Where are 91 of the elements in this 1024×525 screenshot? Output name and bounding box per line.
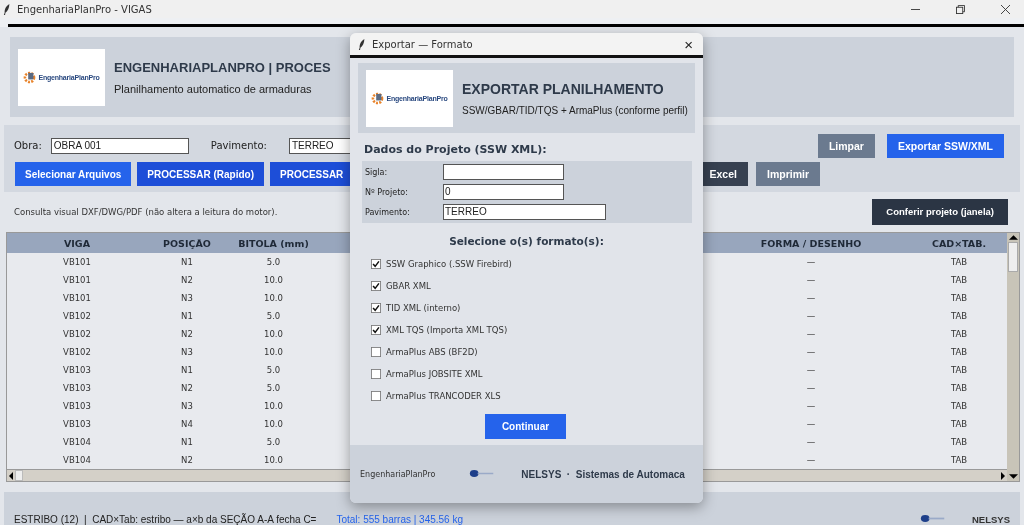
table-cell: N1: [181, 437, 193, 448]
format-label: TID XML (interno): [386, 303, 461, 313]
table-cell: 10.0: [264, 329, 283, 340]
table-cell: —: [806, 293, 816, 304]
table-cell: —: [806, 419, 816, 430]
table-cell: N1: [181, 365, 193, 376]
table-cell: TAB: [950, 455, 968, 466]
format-label: XML TQS (Importa XML TQS): [386, 325, 508, 335]
table-cell: 5.0: [266, 311, 281, 322]
table-cell: TAB: [950, 311, 968, 322]
dialog-title: Exportar — Formato: [372, 38, 473, 50]
formats-title: Selecione o(s) formato(s):: [449, 235, 604, 247]
table-cell: 10.0: [264, 293, 283, 304]
table-cell: N2: [181, 329, 193, 340]
table-cell: VB103: [63, 401, 91, 412]
table-cell: 5.0: [266, 365, 281, 376]
table-cell: VB101: [63, 257, 91, 268]
table-cell: N4: [181, 419, 193, 430]
table-cell: TAB: [950, 275, 968, 286]
table-cell: —: [806, 311, 816, 322]
table-cell: TAB: [950, 329, 968, 340]
status-text: ESTRIBO (12) | CAD×Tab: estribo — a×b da SEÇÃO A-A fecha C=: [14, 514, 317, 525]
table-cell: TAB: [950, 293, 968, 304]
table-cell: TAB: [950, 437, 968, 448]
table-cell: VB101: [63, 275, 91, 286]
table-cell: TAB: [950, 347, 968, 358]
format-label: ArmaPlus TRANCODER XLS: [386, 391, 501, 401]
app-subtitle: Planilhamento automatico de armaduras: [114, 82, 313, 95]
app-title: ENGENHARIAPLANPRO | PROCES: [114, 59, 331, 75]
table-cell: 10.0: [264, 419, 283, 430]
table-cell: 10.0: [264, 401, 283, 412]
table-cell: TAB: [950, 383, 968, 394]
table-cell: VB102: [63, 311, 91, 322]
footer-brand: NELSYS · Sistemas de Automaca: [521, 468, 685, 480]
field-label: Pavimento:: [210, 140, 267, 152]
field-label: Sigla:: [364, 167, 389, 177]
table-cell: 10.0: [264, 347, 283, 358]
section-title: Dados do Projeto (SSW XML):: [364, 143, 548, 156]
table-cell: —: [806, 455, 816, 466]
field-label: Nº Projeto:: [364, 187, 409, 197]
window-title: EngenhariaPlanPro - VIGAS: [17, 3, 152, 15]
table-cell: TAB: [950, 419, 968, 430]
table-cell: —: [806, 401, 816, 412]
table-cell: N3: [181, 293, 193, 304]
table-cell: 10.0: [264, 275, 283, 286]
table-cell: VB102: [63, 329, 91, 340]
footer-text: EngenhariaPlanPro: [360, 469, 436, 479]
table-cell: N3: [181, 347, 193, 358]
table-cell: VB101: [63, 293, 91, 304]
format-label: ArmaPlus ABS (BF2D): [386, 347, 478, 357]
dialog-heading: EXPORTAR PLANILHAMENTO: [462, 80, 665, 97]
table-cell: VB103: [63, 419, 91, 430]
format-label: SSW Graphico (.SSW Firebird): [386, 259, 512, 269]
table-cell: —: [806, 257, 816, 268]
table-cell: TAB: [950, 401, 968, 412]
table-cell: —: [806, 383, 816, 394]
table-cell: VB104: [63, 437, 91, 448]
table-cell: N1: [181, 257, 193, 268]
table-cell: 5.0: [266, 437, 281, 448]
table-cell: VB103: [63, 365, 91, 376]
field-label: Obra:: [14, 140, 42, 152]
table-cell: N2: [181, 383, 193, 394]
table-cell: —: [806, 275, 816, 286]
table-cell: TAB: [950, 257, 968, 268]
column-header: VIGA: [63, 237, 90, 249]
column-header: BITOLA (mm): [238, 237, 309, 249]
column-header: FORMA / DESENHO: [760, 237, 862, 249]
table-cell: N2: [181, 275, 193, 286]
total-text: Total: 555 barras | 345.56 kg: [336, 514, 464, 525]
table-cell: VB102: [63, 347, 91, 358]
table-cell: —: [806, 347, 816, 358]
field-label: Pavimento:: [364, 207, 411, 217]
note-text: Consulta visual DXF/DWG/PDF (não altera a leitura do motor).: [14, 207, 278, 217]
table-cell: N1: [181, 311, 193, 322]
table-cell: TAB: [950, 365, 968, 376]
table-cell: —: [806, 329, 816, 340]
brand-text: NELSYS: [972, 514, 1010, 525]
column-header: CAD×TAB.: [931, 237, 987, 249]
table-cell: 10.0: [264, 455, 283, 466]
format-label: GBAR XML: [386, 281, 431, 291]
table-cell: VB104: [63, 455, 91, 466]
table-cell: 5.0: [266, 383, 281, 394]
dialog-subheading: SSW/GBAR/TID/TQS + ArmaPlus (conforme perfil): [462, 104, 688, 116]
table-cell: —: [806, 437, 816, 448]
table-cell: N3: [181, 401, 193, 412]
table-cell: —: [806, 365, 816, 376]
table-cell: N2: [181, 455, 193, 466]
table-cell: 5.0: [266, 257, 281, 268]
format-label: ArmaPlus JOBSITE XML: [386, 369, 483, 379]
table-cell: VB103: [63, 383, 91, 394]
column-header: POSIÇÃO: [163, 237, 211, 249]
